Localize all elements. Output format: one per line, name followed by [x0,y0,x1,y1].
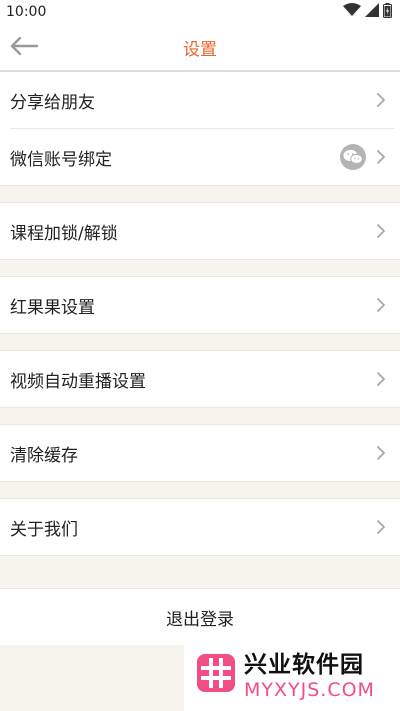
status-icons [343,2,392,22]
chevron-right-icon [374,91,388,109]
chevron-right-icon [374,518,388,536]
back-button[interactable] [6,32,42,64]
row-label: 清除缓存 [10,445,78,466]
watermark-en: MYXYJS.COM [244,679,375,701]
wifi-icon [343,3,361,21]
page-title: 设置 [183,39,217,60]
chevron-right-icon [374,296,388,314]
signal-icon [365,3,379,21]
row-label: 课程加锁/解锁 [10,223,118,244]
row-clear-cache[interactable]: 清除缓存 [0,425,400,481]
battery-icon [383,2,392,22]
section-gap [0,259,400,277]
section-gap [0,481,400,499]
settings-group-video-replay: 视频自动重播设置 [0,351,400,407]
row-wechat-binding[interactable]: 微信账号绑定 [0,129,400,185]
section-gap [0,407,400,425]
settings-group-about: 关于我们 [0,499,400,555]
row-video-auto-replay[interactable]: 视频自动重播设置 [0,351,400,407]
status-bar: 10:00 [0,0,400,24]
section-gap [0,333,400,351]
row-red-fruit-settings[interactable]: 红果果设置 [0,277,400,333]
settings-group-share: 分享给朋友 微信账号绑定 [0,72,400,185]
settings-group-red-fruit: 红果果设置 [0,277,400,333]
row-label: 关于我们 [10,519,78,540]
row-label: 分享给朋友 [10,92,95,113]
settings-group-course-lock: 课程加锁/解锁 [0,203,400,259]
row-about-us[interactable]: 关于我们 [0,499,400,555]
row-share-to-friends[interactable]: 分享给朋友 [0,72,400,128]
row-label: 微信账号绑定 [10,149,112,170]
chevron-right-icon [374,370,388,388]
section-gap [0,555,400,589]
row-course-lock[interactable]: 课程加锁/解锁 [0,203,400,259]
settings-group-cache: 清除缓存 [0,425,400,481]
watermark-text: 兴业软件园 MYXYJS.COM [244,645,375,701]
chevron-right-icon [374,148,388,166]
watermark-logo-icon [196,653,236,693]
section-gap [0,185,400,203]
logout-label: 退出登录 [166,609,234,630]
wechat-icon [340,144,366,170]
row-label: 红果果设置 [10,297,95,318]
chevron-right-icon [374,444,388,462]
watermark-cn: 兴业软件园 [244,652,364,678]
watermark: 兴业软件园 MYXYJS.COM [184,635,400,711]
chevron-right-icon [374,222,388,240]
status-time: 10:00 [6,4,47,20]
app-bar: 设置 [0,24,400,72]
row-label: 视频自动重播设置 [10,371,146,392]
arrow-left-icon [9,36,39,60]
